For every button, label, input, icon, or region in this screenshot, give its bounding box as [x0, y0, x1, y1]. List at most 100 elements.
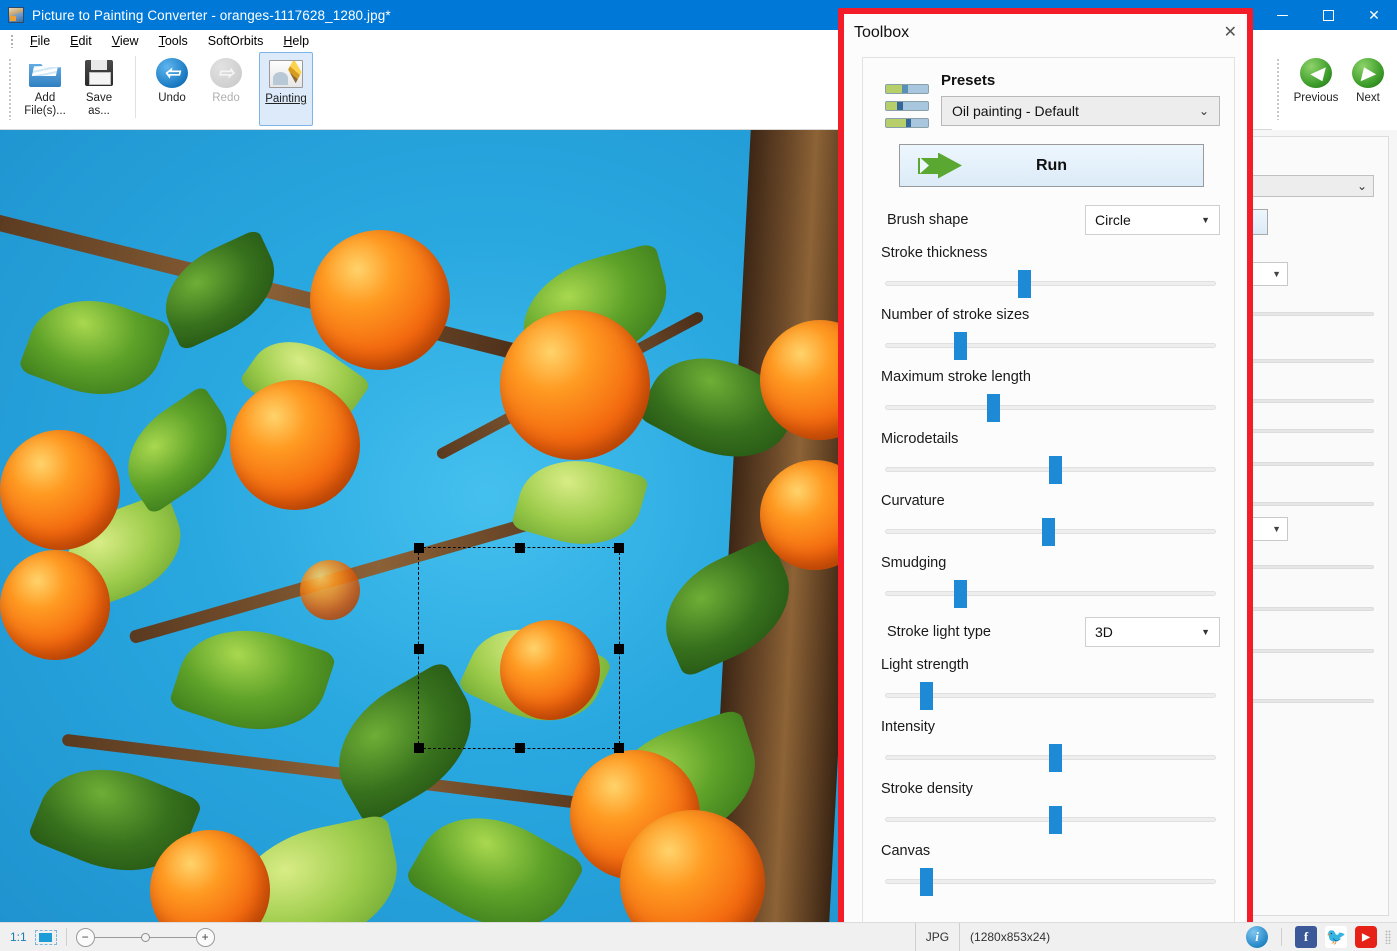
maximum-stroke-length-label: Maximum stroke length — [881, 369, 1031, 385]
brush-shape-select[interactable]: Circle ▼ — [1085, 205, 1220, 235]
zoom-slider[interactable]: − + — [75, 927, 215, 947]
selection-handle-top-center[interactable] — [515, 543, 525, 553]
previous-button[interactable]: ◀ Previous — [1288, 52, 1344, 126]
maximum-stroke-length-slider[interactable] — [879, 391, 1218, 422]
number-stroke-sizes-slider[interactable] — [879, 329, 1218, 360]
slider-thumb[interactable] — [1048, 456, 1062, 484]
close-icon: ✕ — [1368, 7, 1380, 23]
add-files-button[interactable]: Add File(s)... — [18, 52, 72, 126]
previous-label: Previous — [1293, 92, 1339, 104]
slider-thumb[interactable] — [953, 332, 967, 360]
toolbox-body: Presets Oil painting - Default ⌄ Run Bru… — [862, 57, 1235, 927]
stroke-thickness-slider[interactable] — [879, 267, 1218, 298]
toolbar-grip[interactable] — [8, 58, 12, 120]
redo-label: Redo — [212, 92, 240, 104]
control-stroke-density: Stroke density — [875, 781, 1220, 834]
zoom-slider-knob[interactable] — [140, 932, 150, 942]
control-smudging: Smudging — [875, 555, 1220, 608]
selection-rectangle[interactable] — [414, 543, 624, 753]
selection-handle-middle-left[interactable] — [414, 644, 424, 654]
toolbar-separator-1 — [135, 56, 136, 118]
twitter-icon[interactable]: 🐦 — [1325, 926, 1347, 948]
control-brush-shape: Brush shape Circle ▼ — [875, 205, 1220, 235]
previous-arrow-icon: ◀ — [1299, 57, 1333, 89]
zoom-out-button[interactable]: − — [75, 927, 95, 947]
slider-thumb[interactable] — [1048, 744, 1062, 772]
stroke-light-type-select[interactable]: 3D ▼ — [1085, 617, 1220, 647]
toolbox-close-icon[interactable]: ✕ — [1224, 24, 1237, 41]
close-button[interactable]: ✕ — [1351, 0, 1397, 30]
stroke-density-slider[interactable] — [879, 803, 1218, 834]
status-bar: 1:1 − + JPG (1280x853x24) i f 🐦 ▶ — [0, 922, 1397, 951]
menu-item-edit[interactable]: Edit — [60, 32, 102, 50]
selection-handle-bottom-left[interactable] — [414, 743, 424, 753]
zoom-in-button[interactable]: + — [195, 927, 215, 947]
menu-item-tools[interactable]: Tools — [149, 32, 198, 50]
control-stroke-light-type: Stroke light type 3D ▼ — [875, 617, 1220, 647]
control-canvas: Canvas — [875, 843, 1220, 896]
undo-label: Undo — [158, 92, 186, 104]
selection-handle-bottom-right[interactable] — [614, 743, 624, 753]
intensity-label: Intensity — [881, 719, 935, 735]
undo-button[interactable]: ⇦ Undo — [145, 52, 199, 126]
menu-item-softorbits[interactable]: SoftOrbits — [198, 32, 274, 50]
info-icon[interactable]: i — [1246, 926, 1268, 948]
run-button[interactable]: Run — [899, 144, 1204, 187]
selection-handle-middle-right[interactable] — [614, 644, 624, 654]
menu-item-help[interactable]: Help — [273, 32, 319, 50]
youtube-icon[interactable]: ▶ — [1355, 926, 1377, 948]
slider-track — [885, 343, 1216, 348]
microdetails-slider[interactable] — [879, 453, 1218, 484]
selection-handle-bottom-center[interactable] — [515, 743, 525, 753]
control-curvature: Curvature — [875, 493, 1220, 546]
save-as-button[interactable]: Save as... — [72, 52, 126, 126]
slider-track — [885, 281, 1216, 286]
redo-button: ⇨ Redo — [199, 52, 253, 126]
slider-track — [885, 591, 1216, 596]
selection-handle-top-left[interactable] — [414, 543, 424, 553]
curvature-slider[interactable] — [879, 515, 1218, 546]
slider-thumb[interactable] — [919, 682, 933, 710]
open-folder-icon — [28, 57, 62, 89]
fit-to-window-icon[interactable] — [34, 929, 57, 945]
nav-grip[interactable] — [1276, 58, 1280, 120]
preset-select[interactable]: Oil painting - Default ⌄ — [941, 96, 1220, 126]
presets-section: Presets Oil painting - Default ⌄ — [863, 58, 1234, 130]
painting-preview — [0, 130, 840, 922]
light-strength-slider[interactable] — [879, 679, 1218, 710]
selection-handle-top-right[interactable] — [614, 543, 624, 553]
sliders-icon — [885, 84, 929, 130]
smudging-slider[interactable] — [879, 577, 1218, 608]
control-maximum-stroke-length: Maximum stroke length — [875, 369, 1220, 422]
stroke-light-type-value: 3D — [1095, 624, 1113, 640]
slider-thumb[interactable] — [1041, 518, 1055, 546]
resize-grip[interactable] — [1385, 930, 1391, 944]
menu-item-file[interactable]: FFileile — [20, 32, 60, 50]
zoom-ratio-label: 1:1 — [10, 930, 27, 944]
image-canvas[interactable] — [0, 130, 840, 922]
facebook-icon[interactable]: f — [1295, 926, 1317, 948]
canvas-slider[interactable] — [879, 865, 1218, 896]
slider-track — [885, 405, 1216, 410]
menu-grip[interactable] — [10, 33, 14, 48]
stroke-thickness-label: Stroke thickness — [881, 245, 988, 261]
next-label: Next — [1356, 92, 1380, 104]
window-controls: ✕ — [1259, 0, 1397, 30]
window-title: Picture to Painting Converter - oranges-… — [32, 7, 391, 23]
control-light-strength: Light strength — [875, 657, 1220, 710]
menu-item-view[interactable]: View — [102, 32, 149, 50]
microdetails-label: Microdetails — [881, 431, 959, 447]
minimize-button[interactable] — [1259, 0, 1305, 30]
slider-thumb[interactable] — [953, 580, 967, 608]
slider-thumb[interactable] — [919, 868, 933, 896]
painting-button[interactable]: Painting — [259, 52, 313, 126]
maximize-button[interactable] — [1305, 0, 1351, 30]
slider-thumb[interactable] — [987, 394, 1001, 422]
intensity-slider[interactable] — [879, 741, 1218, 772]
brush-shape-label: Brush shape — [887, 212, 969, 228]
preset-selected-value: Oil painting - Default — [952, 103, 1079, 119]
controls-list: Brush shape Circle ▼ Stroke thickness Nu… — [863, 187, 1234, 896]
next-button[interactable]: ▶ Next — [1344, 52, 1392, 126]
slider-thumb[interactable] — [1048, 806, 1062, 834]
slider-thumb[interactable] — [1017, 270, 1031, 298]
